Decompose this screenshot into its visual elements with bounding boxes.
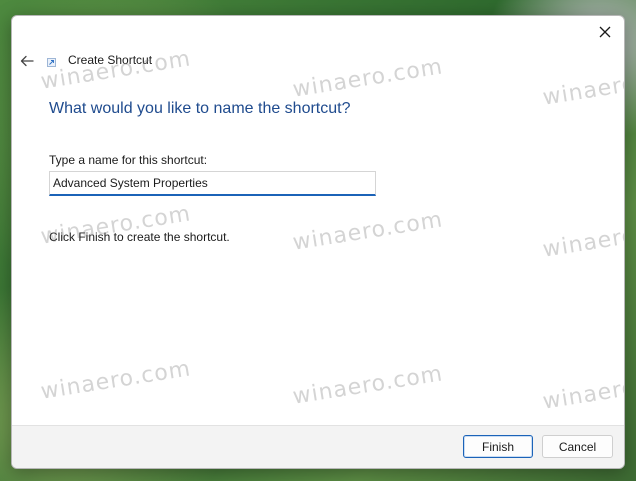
window-title: Create Shortcut	[68, 53, 153, 67]
back-button[interactable]	[16, 50, 38, 72]
shortcut-name-input[interactable]	[49, 171, 376, 196]
watermark: winaero.com	[290, 361, 445, 410]
watermark: winaero.com	[540, 214, 625, 263]
create-shortcut-dialog: Create Shortcut What would you like to n…	[11, 15, 625, 469]
back-arrow-icon	[20, 55, 34, 67]
finish-button[interactable]: Finish	[463, 435, 533, 458]
name-field-label: Type a name for this shortcut:	[49, 153, 208, 167]
watermark: winaero.com	[290, 54, 445, 103]
dialog-footer: Finish Cancel	[12, 425, 624, 468]
close-icon	[599, 26, 611, 38]
watermark: winaero.com	[540, 366, 625, 415]
cancel-button[interactable]: Cancel	[542, 435, 613, 458]
shortcut-icon	[47, 58, 56, 67]
close-button[interactable]	[592, 20, 618, 44]
watermark: winaero.com	[290, 207, 445, 256]
watermark: winaero.com	[38, 356, 193, 405]
page-heading: What would you like to name the shortcut…	[49, 100, 351, 117]
finish-instructions: Click Finish to create the shortcut.	[49, 230, 230, 244]
watermark: winaero.com	[540, 62, 625, 111]
